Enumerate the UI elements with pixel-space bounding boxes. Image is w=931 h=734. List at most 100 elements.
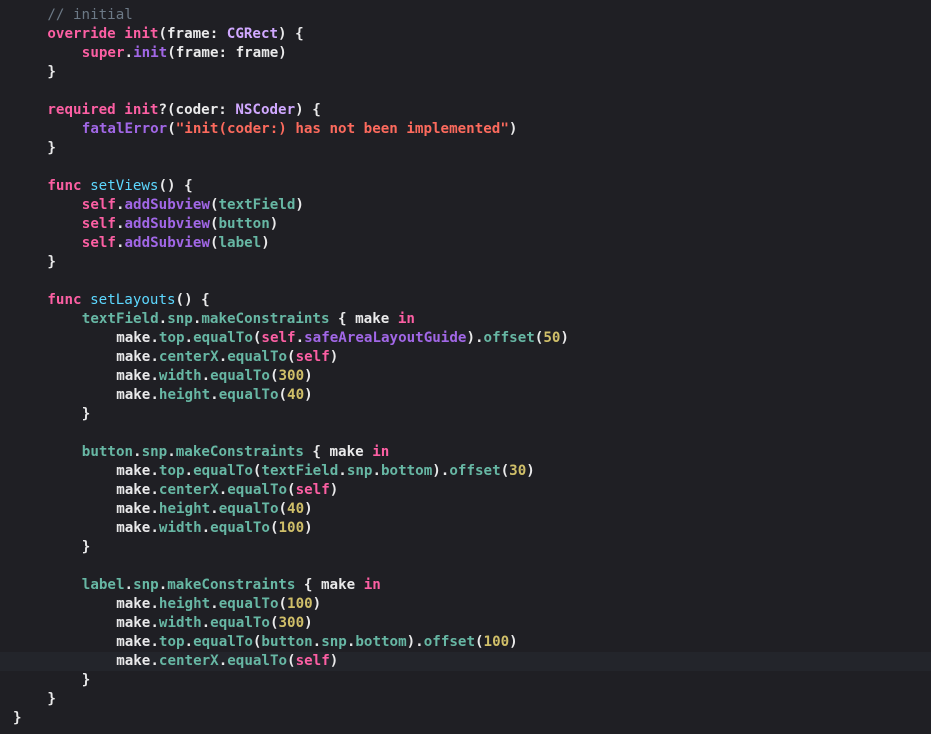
code-line-content: self.addSubview(label) <box>82 234 270 253</box>
code-token-project: equalTo <box>193 330 253 346</box>
code-token-plain: make. <box>116 482 159 498</box>
code-token-project: textField <box>261 463 339 479</box>
code-line-content: make.top.equalTo(textField.snp.bottom).o… <box>116 462 535 481</box>
code-line[interactable]: } <box>0 139 931 158</box>
code-line[interactable]: make.width.equalTo(300) <box>0 614 931 633</box>
code-line[interactable]: required init?(coder: NSCoder) { <box>0 101 931 120</box>
code-token-plain: (frame: <box>158 26 227 42</box>
code-token-number: 50 <box>543 330 561 346</box>
code-line[interactable]: make.centerX.equalTo(self) <box>0 348 931 367</box>
code-line[interactable]: super.init(frame: frame) <box>0 44 931 63</box>
code-token-plain: ( <box>269 615 279 631</box>
code-line[interactable]: make.top.equalTo(button.snp.bottom).offs… <box>0 633 931 652</box>
code-line-content: make.height.equalTo(40) <box>116 386 313 405</box>
code-line[interactable]: fatalError("init(coder:) has not been im… <box>0 120 931 139</box>
code-token-plain: . <box>115 216 125 232</box>
code-token-project: snp <box>346 463 373 479</box>
code-line[interactable] <box>0 82 931 101</box>
code-line[interactable]: make.centerX.equalTo(self) <box>0 481 931 500</box>
code-token-project: snp <box>167 311 193 327</box>
code-token-plain: } <box>47 140 56 156</box>
code-token-project: offset <box>423 634 475 650</box>
code-token-plain: ) <box>560 330 569 346</box>
code-token-plain: ( <box>287 482 296 498</box>
code-line[interactable]: make.height.equalTo(100) <box>0 595 931 614</box>
code-line[interactable]: make.top.equalTo(self.safeAreaLayoutGuid… <box>0 329 931 348</box>
code-token-keyword: self <box>295 349 330 365</box>
code-token-number: 30 <box>509 463 527 479</box>
code-line[interactable]: self.addSubview(textField) <box>0 196 931 215</box>
code-token-project: top <box>158 634 185 650</box>
code-token-plain: ( <box>167 121 176 137</box>
code-token-plain: ( <box>500 463 510 479</box>
code-line[interactable] <box>0 158 931 177</box>
code-line[interactable]: self.addSubview(button) <box>0 215 931 234</box>
code-line-content: override init(frame: CGRect) { <box>47 25 303 44</box>
code-line[interactable]: } <box>0 709 931 728</box>
code-line[interactable]: make.width.equalTo(300) <box>0 367 931 386</box>
code-line[interactable]: } <box>0 253 931 272</box>
code-line-content: make.width.equalTo(100) <box>116 519 313 538</box>
code-line-content: fatalError("init(coder:) has not been im… <box>82 120 518 139</box>
code-line[interactable]: override init(frame: CGRect) { <box>0 25 931 44</box>
code-line[interactable]: } <box>0 690 931 709</box>
code-line[interactable]: func setViews() { <box>0 177 931 196</box>
code-line[interactable]: make.height.equalTo(40) <box>0 500 931 519</box>
code-line[interactable]: make.height.equalTo(40) <box>0 386 931 405</box>
code-token-plain: . <box>115 235 125 251</box>
code-line[interactable]: } <box>0 63 931 82</box>
code-line[interactable] <box>0 272 931 291</box>
code-line[interactable]: make.width.equalTo(100) <box>0 519 931 538</box>
code-token-plain: } <box>47 254 56 270</box>
code-token-project: snp <box>141 444 168 460</box>
code-line[interactable]: func setLayouts() { <box>0 291 931 310</box>
code-line-content: } <box>47 253 56 272</box>
code-line-content: make.centerX.equalTo(self) <box>116 348 338 367</box>
code-line[interactable]: } <box>0 671 931 690</box>
code-line-content: make.width.equalTo(300) <box>116 367 313 386</box>
code-token-number: 40 <box>287 501 305 517</box>
code-token-project: textField <box>218 197 296 213</box>
code-line[interactable]: button.snp.makeConstraints { make in <box>0 443 931 462</box>
code-line[interactable]: } <box>0 405 931 424</box>
code-token-project: snp <box>321 634 347 650</box>
code-token-plain: ) <box>329 482 339 498</box>
code-token-plain: ( <box>269 520 279 536</box>
code-token-plain: ) <box>295 197 304 213</box>
code-token-plain: ( <box>287 349 296 365</box>
code-line-content: } <box>82 405 91 424</box>
code-token-plain: make. <box>116 596 159 612</box>
code-token-plain: () { <box>175 292 210 308</box>
code-token-plain: make. <box>116 349 159 365</box>
code-token-plain: { make <box>295 577 364 593</box>
code-line-content: } <box>82 538 91 557</box>
code-line-content: } <box>47 139 56 158</box>
code-token-method: addSubview <box>124 197 210 213</box>
code-line[interactable]: make.centerX.equalTo(self) <box>0 652 931 671</box>
code-line[interactable]: textField.snp.makeConstraints { make in <box>0 310 931 329</box>
code-line[interactable]: make.top.equalTo(textField.snp.bottom).o… <box>0 462 931 481</box>
code-token-string: "init(coder:) has not been implemented" <box>175 121 509 137</box>
code-token-project: label <box>218 235 262 251</box>
code-line[interactable]: // initial <box>0 6 931 25</box>
code-token-project: bottom <box>381 463 433 479</box>
code-token-project: button <box>81 444 134 460</box>
code-line[interactable]: self.addSubview(label) <box>0 234 931 253</box>
code-token-plain: ) <box>304 368 313 384</box>
code-line[interactable] <box>0 424 931 443</box>
code-line[interactable]: label.snp.makeConstraints { make in <box>0 576 931 595</box>
code-line[interactable]: } <box>0 538 931 557</box>
code-token-plain: ). <box>432 463 450 479</box>
code-token-plain: ) <box>329 349 339 365</box>
code-line-content: make.height.equalTo(100) <box>116 595 321 614</box>
code-line[interactable] <box>0 557 931 576</box>
code-token-plain: . <box>338 463 347 479</box>
code-token-project: equalTo <box>227 653 288 669</box>
code-token-plain: . <box>201 615 211 631</box>
code-token-plain: . <box>167 444 176 460</box>
code-token-plain: make. <box>116 463 159 479</box>
code-token-project: equalTo <box>193 634 253 650</box>
code-editor[interactable]: // initial override init(frame: CGRect) {… <box>0 0 931 734</box>
code-token-number: 40 <box>287 387 305 403</box>
